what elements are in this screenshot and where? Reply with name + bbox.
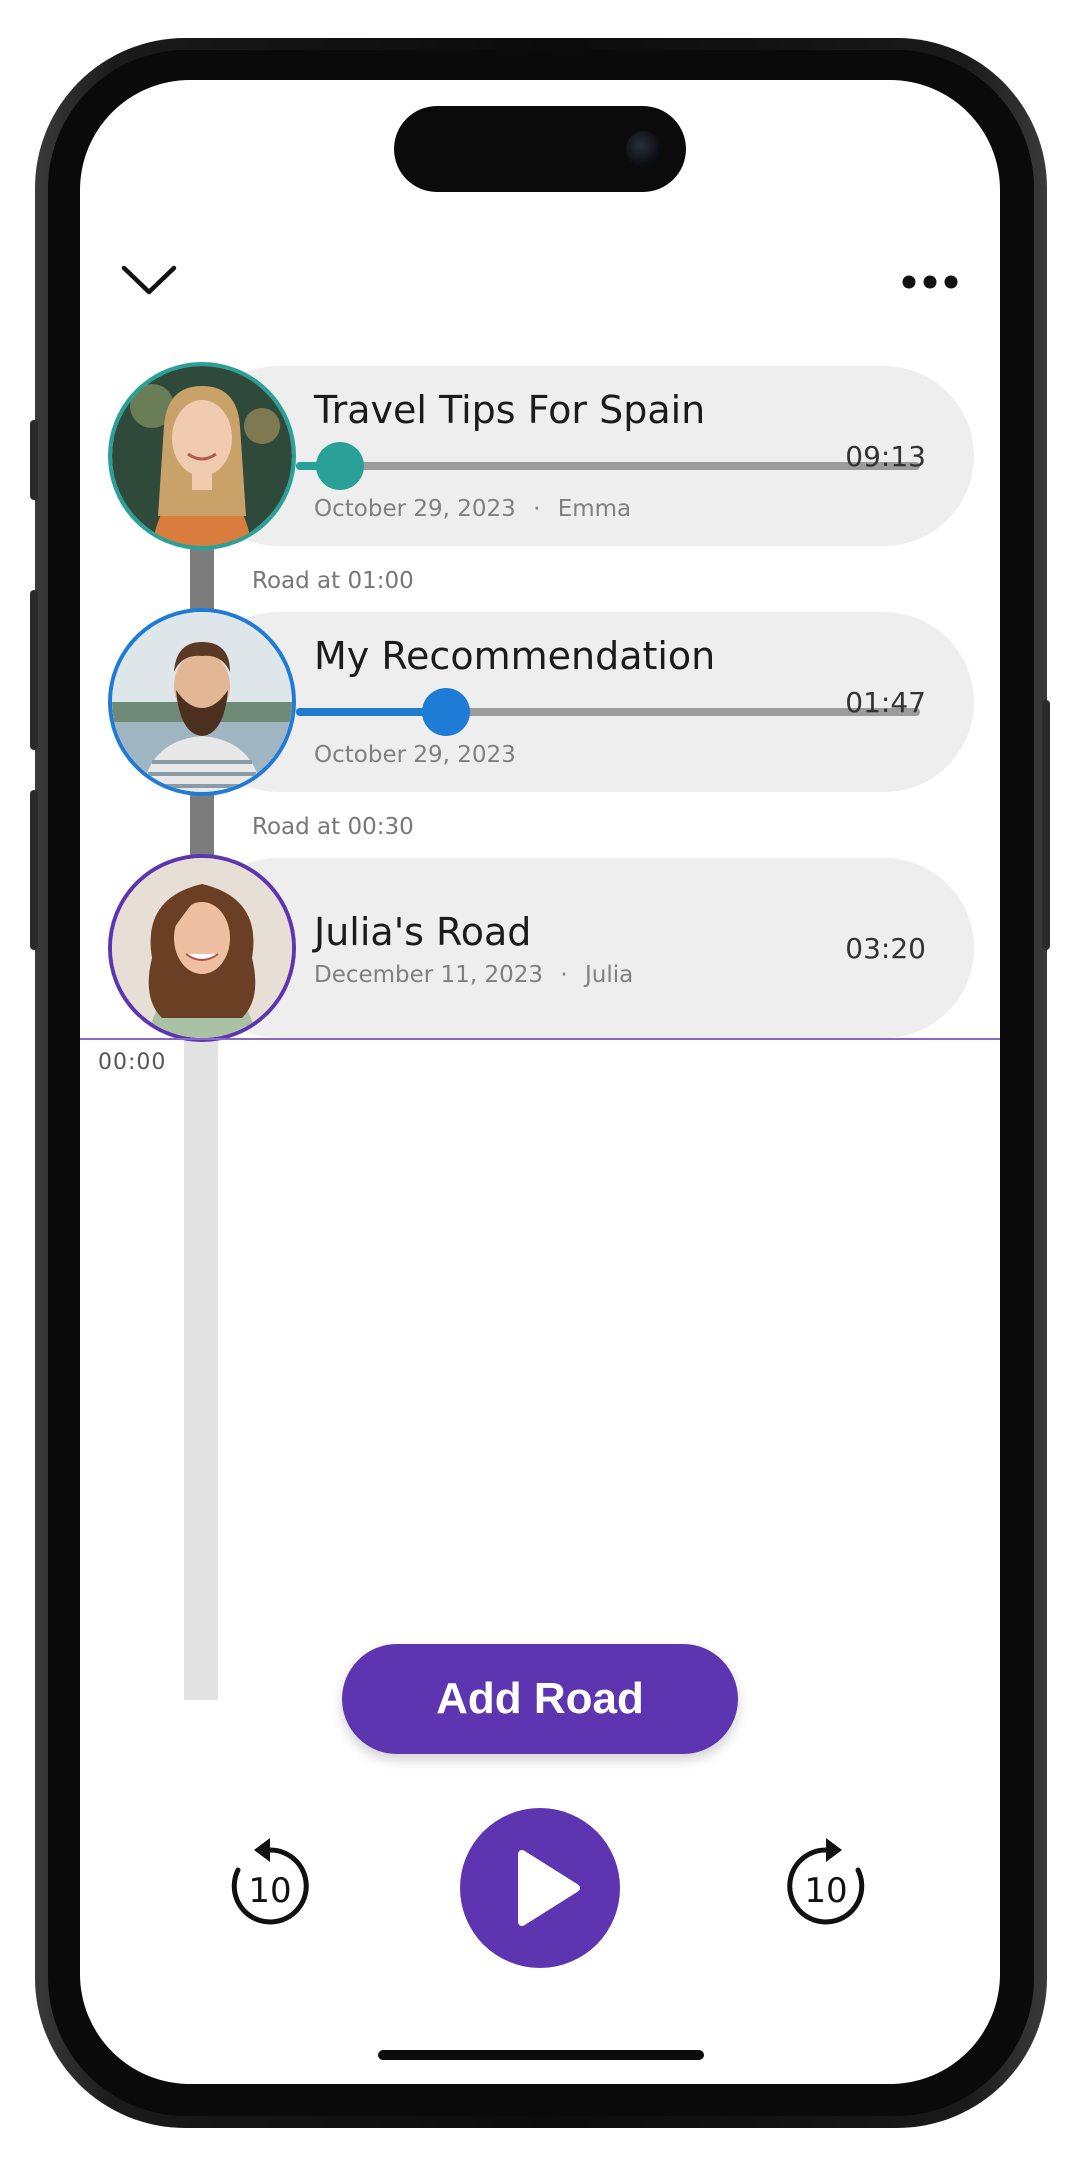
rewind-10-icon[interactable]: 10 (220, 1836, 320, 1936)
road-title: Travel Tips For Spain (314, 388, 706, 432)
forward-value: 10 (804, 1871, 847, 1911)
road-meta: October 29, 2023 · Emma (314, 496, 631, 522)
road-title: Julia's Road (314, 910, 532, 954)
avatar-emma[interactable] (108, 362, 296, 550)
rewind-value: 10 (248, 1871, 291, 1911)
road-date: October 29, 2023 (314, 496, 516, 522)
road-duration: 03:20 (845, 932, 926, 965)
avatar-man[interactable] (108, 608, 296, 796)
road-at-label: Road at 00:30 (252, 814, 414, 840)
app-screenshot: Travel Tips For Spain October 29, 2023 ·… (0, 0, 1080, 2160)
progress-slider[interactable] (296, 688, 920, 736)
dynamic-island (394, 106, 686, 192)
progress-thumb[interactable] (421, 688, 470, 736)
road-author: Emma (557, 496, 632, 522)
road-card: Travel Tips For Spain October 29, 2023 ·… (108, 362, 974, 550)
road-date: October 29, 2023 (314, 742, 516, 768)
home-indicator (378, 2050, 704, 2060)
play-icon (518, 1850, 580, 1926)
meta-separator: · (533, 496, 541, 522)
road-meta: October 29, 2023 (314, 742, 516, 768)
road-date: December 11, 2023 (314, 962, 544, 988)
forward-10-icon[interactable]: 10 (776, 1836, 876, 1936)
road-title: My Recommendation (314, 634, 716, 678)
phone-side-button (30, 590, 38, 750)
progress-slider[interactable] (296, 442, 920, 490)
add-road-button[interactable]: Add Road (342, 1644, 738, 1754)
road-card: Julia's Road December 11, 2023 · Julia 0… (108, 854, 974, 1042)
camera-icon (626, 131, 662, 167)
timeline-track-remaining (184, 1040, 218, 1700)
more-horizontal-icon[interactable] (900, 270, 960, 294)
phone-side-button (30, 790, 38, 950)
current-time: 00:00 (98, 1050, 167, 1075)
avatar-julia[interactable] (108, 854, 296, 1042)
playhead-line (80, 1038, 1000, 1040)
road-at-label: Road at 01:00 (252, 568, 414, 594)
screen: Travel Tips For Spain October 29, 2023 ·… (80, 80, 1000, 2084)
play-button[interactable] (460, 1808, 620, 1968)
chevron-down-icon[interactable] (120, 260, 178, 300)
meta-separator: · (560, 962, 568, 988)
road-duration: 01:47 (845, 686, 926, 719)
road-author: Julia (584, 962, 634, 988)
phone-side-button (1042, 700, 1050, 950)
road-card: My Recommendation October 29, 2023 01:47 (108, 608, 974, 796)
road-duration: 09:13 (845, 440, 926, 473)
progress-thumb[interactable] (315, 442, 364, 490)
phone-side-button (30, 420, 38, 500)
road-meta: December 11, 2023 · Julia (314, 962, 633, 988)
